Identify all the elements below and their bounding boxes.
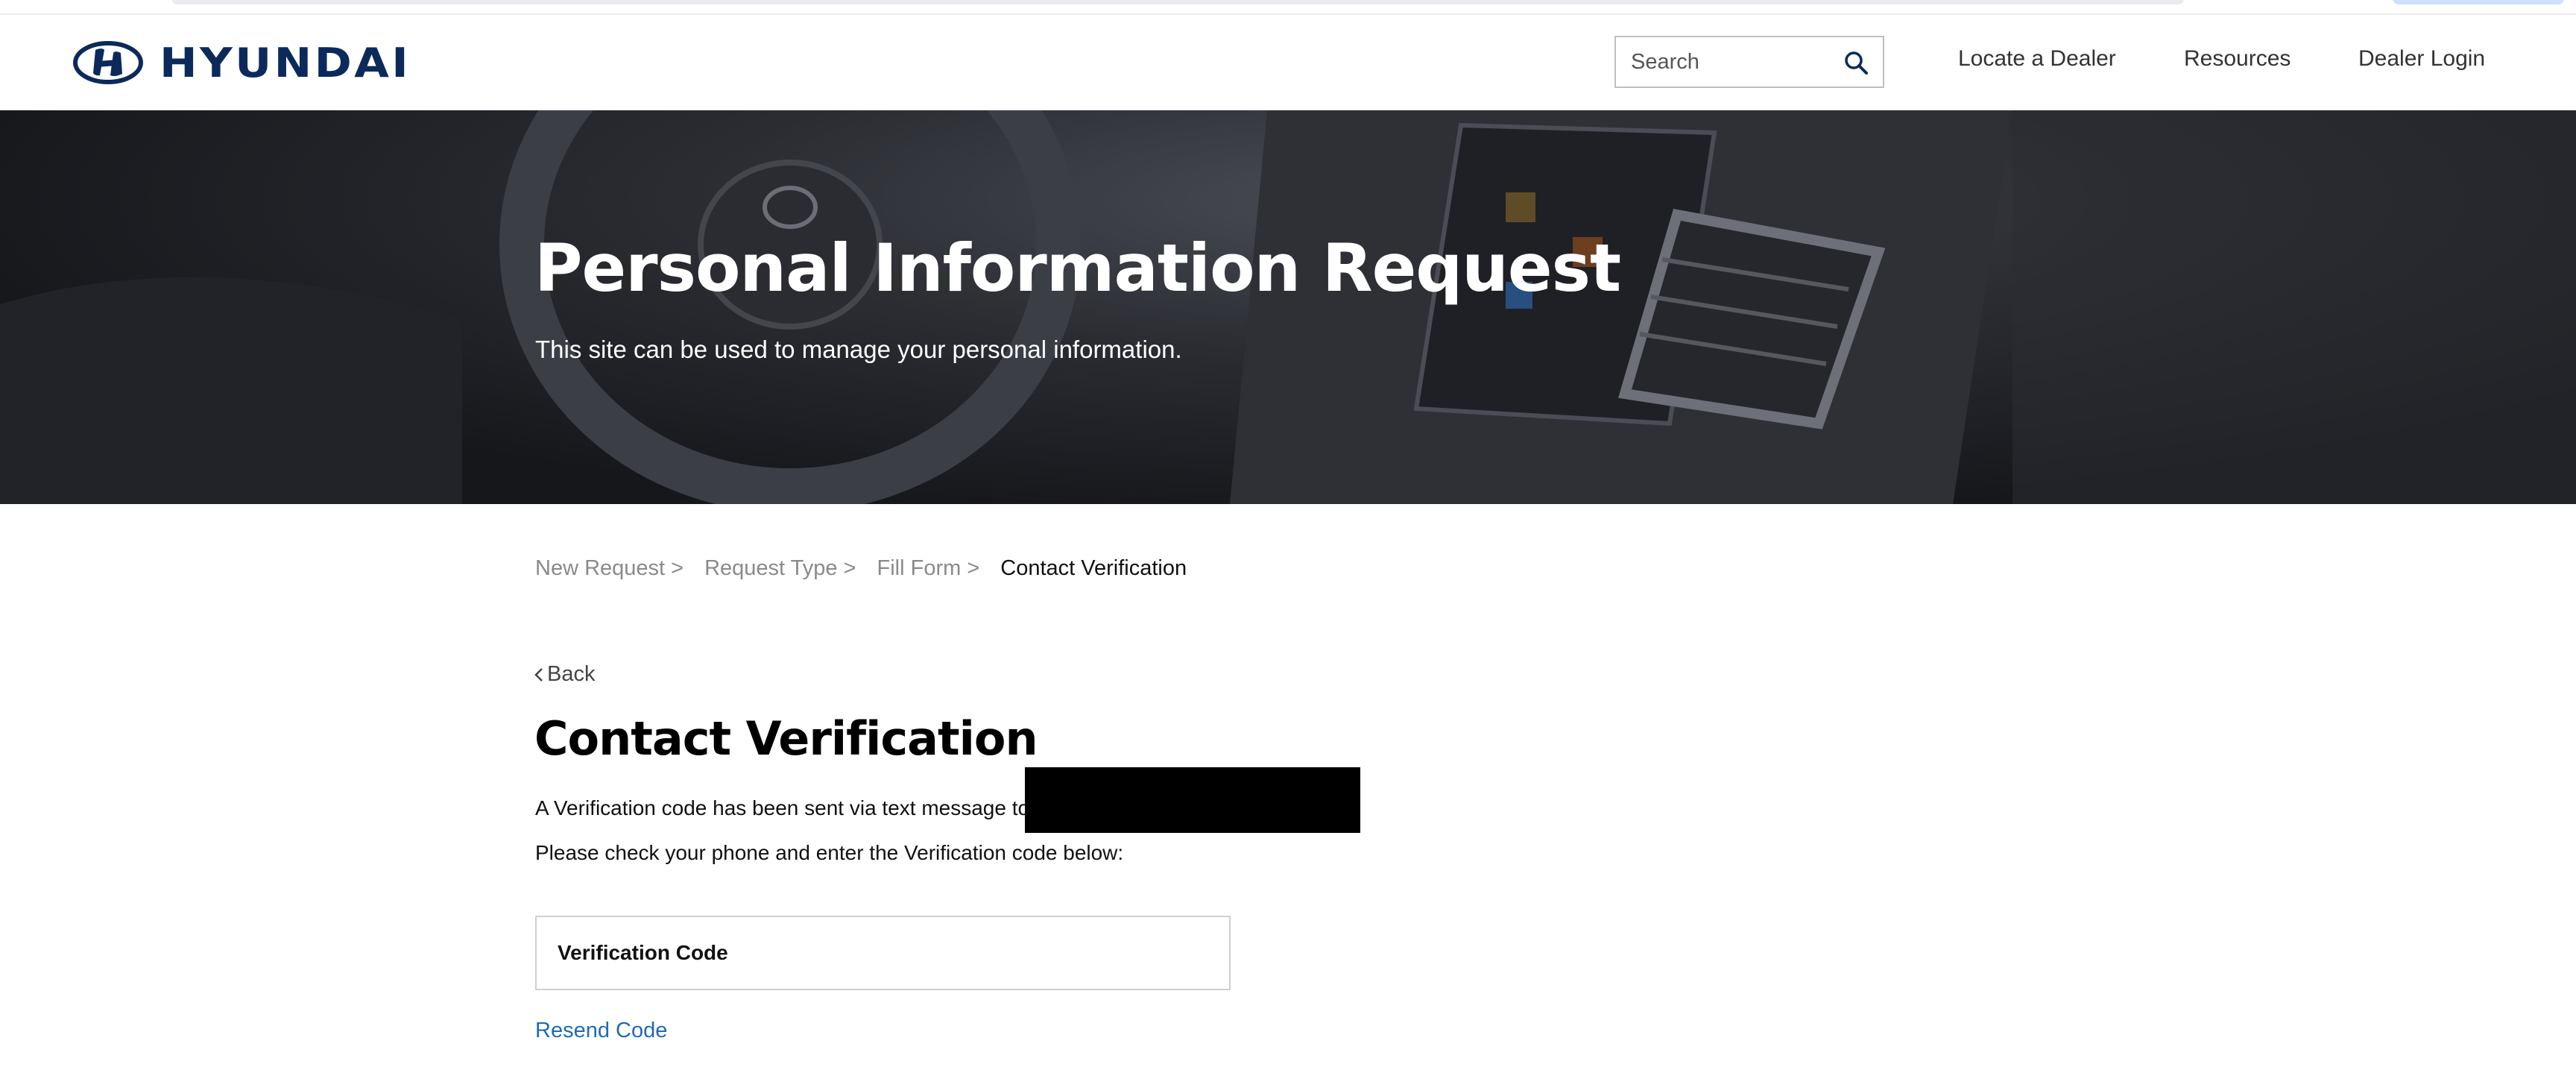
verification-code-field	[535, 916, 1231, 990]
address-bar-remnant	[171, 0, 2184, 4]
back-button[interactable]: Back	[534, 662, 595, 687]
verification-instructions: Please check your phone and enter the Ve…	[535, 841, 1124, 864]
nav-dealer-login[interactable]: Dealer Login	[2358, 46, 2485, 72]
breadcrumb-new-request[interactable]: New Request >	[535, 556, 684, 581]
resend-code-link[interactable]: Resend Code	[535, 1019, 667, 1043]
breadcrumb: New Request > Request Type > Fill Form >…	[535, 556, 1187, 581]
page-subtitle: This site can be used to manage your per…	[535, 336, 1182, 363]
search-input[interactable]	[1616, 37, 1832, 86]
search-box	[1614, 36, 1884, 88]
site-header: HYUNDAI Locate a Dealer Resources Dealer…	[0, 15, 2576, 110]
hero-banner: Personal Information Request This site c…	[0, 110, 2576, 504]
redacted-phone-number	[1025, 767, 1360, 833]
nav-locate-dealer[interactable]: Locate a Dealer	[1958, 46, 2116, 72]
search-icon[interactable]	[1843, 49, 1869, 76]
browser-button-remnant	[2393, 0, 2564, 4]
breadcrumb-request-type[interactable]: Request Type >	[704, 556, 856, 581]
logo-wordmark: HYUNDAI	[160, 39, 411, 86]
hyundai-logo[interactable]: HYUNDAI	[73, 40, 408, 86]
back-label: Back	[547, 662, 596, 686]
browser-top-strip	[0, 0, 2576, 15]
breadcrumb-fill-form[interactable]: Fill Form >	[877, 556, 980, 581]
section-title: Contact Verification	[534, 711, 1038, 766]
verification-code-input[interactable]	[537, 917, 1229, 989]
chevron-left-icon	[534, 667, 543, 682]
page-title: Personal Information Request	[534, 230, 1621, 306]
car-interior-background-image	[0, 110, 2576, 504]
hyundai-emblem-icon	[73, 41, 143, 84]
nav-resources[interactable]: Resources	[2184, 46, 2291, 72]
breadcrumb-current: Contact Verification	[1000, 556, 1187, 580]
verification-sent-message: A Verification code has been sent via te…	[535, 796, 1030, 819]
